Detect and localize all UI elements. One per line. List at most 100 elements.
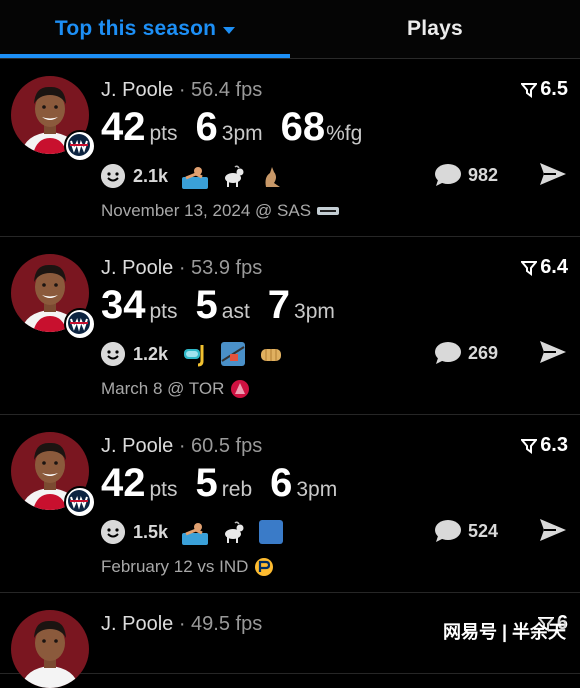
tab-top-this-season-label: Top this season <box>54 17 217 40</box>
player-line: J. Poole · 56.4 fps <box>101 79 262 102</box>
stat-value: 6 <box>270 461 293 505</box>
play-rating: 6.4 <box>521 256 568 279</box>
wizards-logo <box>64 130 96 162</box>
fist-emoji-icon[interactable] <box>258 341 284 367</box>
diving-mask-emoji-icon[interactable] <box>182 341 208 367</box>
stat-value: 5 <box>195 461 218 505</box>
caret-down-icon <box>223 27 236 34</box>
wizards-logo <box>64 308 96 340</box>
comment-count: 524 <box>467 520 498 541</box>
player-line: J. Poole · 60.5 fps <box>101 435 262 458</box>
play-rating: 6.3 <box>521 434 568 457</box>
goat-emoji-icon[interactable] <box>220 519 246 545</box>
tab-plays[interactable]: Plays <box>290 0 580 58</box>
play-rating: 6.5 <box>521 78 568 101</box>
share-icon[interactable] <box>538 517 568 543</box>
comment-icon[interactable] <box>434 341 462 365</box>
stat-unit: pts <box>149 300 178 323</box>
stat-unit: %fg <box>326 122 363 145</box>
goat-emoji-icon[interactable] <box>220 163 246 189</box>
stat-value: 5 <box>195 283 218 327</box>
rating-value: 6.3 <box>540 434 568 456</box>
reactions: 1.2k <box>101 341 296 367</box>
share-icon[interactable] <box>538 339 568 365</box>
tab-plays-label: Plays <box>407 17 463 40</box>
fps-score: 53.9 fps <box>191 257 263 279</box>
ski-lift-emoji-icon[interactable] <box>220 341 246 367</box>
stat-unit: pts <box>149 122 178 145</box>
smiley-reaction-icon[interactable] <box>101 164 125 188</box>
swimmer-emoji-icon[interactable] <box>182 519 209 545</box>
player-avatar[interactable] <box>11 610 89 688</box>
play-card[interactable]: J. Poole · 56.4 fps 6.5 42 pts 6 3pm 68 %fg… <box>0 59 580 237</box>
wizards-logo <box>64 486 96 518</box>
game-info[interactable]: March 8 @ TOR <box>101 379 250 399</box>
stat-value: 42 <box>101 461 146 505</box>
separator-dot: · <box>178 79 192 101</box>
fps-score: 60.5 fps <box>191 435 263 457</box>
comment-count: 982 <box>467 164 498 185</box>
tab-top-this-season[interactable]: Top this season <box>0 0 290 58</box>
game-date: February 12 vs IND <box>101 557 249 576</box>
stat-value: 6 <box>195 105 218 149</box>
smiley-reaction-icon[interactable] <box>101 342 125 366</box>
player-name[interactable]: J. Poole <box>101 435 173 457</box>
tab-bar: Top this season Plays <box>0 0 580 59</box>
smiley-reaction-icon[interactable] <box>101 520 125 544</box>
comment-icon[interactable] <box>434 519 462 543</box>
reactions: 1.5k <box>101 519 296 545</box>
stats-line: 42 pts 6 3pm 68 %fg <box>101 105 380 150</box>
play-card[interactable]: J. Poole · 53.9 fps 6.4 34 pts 5 ast 7 3pm … <box>0 237 580 415</box>
funnel-icon <box>521 260 538 276</box>
player-name[interactable]: J. Poole <box>101 79 173 101</box>
stat-value: 68 <box>280 105 326 149</box>
comments[interactable]: 269 <box>434 341 498 365</box>
fps-score: 56.4 fps <box>191 79 263 101</box>
stat-unit: 3pm <box>221 122 263 145</box>
stat-unit: pts <box>149 478 178 501</box>
game-date: November 13, 2024 @ SAS <box>101 201 312 220</box>
spurs-logo-icon <box>317 207 340 215</box>
comments[interactable]: 524 <box>434 519 498 543</box>
player-name[interactable]: J. Poole <box>101 613 173 635</box>
watermark: 网易号 | 半余天 <box>442 618 566 644</box>
comments[interactable]: 982 <box>434 163 498 187</box>
stat-unit: 3pm <box>294 300 335 323</box>
play-card[interactable]: J. Poole · 60.5 fps 6.3 42 pts 5 reb 6 3pm … <box>0 415 580 593</box>
reaction-count[interactable]: 1.2k <box>133 344 168 365</box>
share-icon[interactable] <box>538 161 568 187</box>
raptors-logo-icon <box>231 380 250 398</box>
game-info[interactable]: November 13, 2024 @ SAS <box>101 201 340 221</box>
stat-value: 34 <box>101 283 146 327</box>
stat-unit: reb <box>221 478 253 501</box>
reaction-count[interactable]: 2.1k <box>133 166 168 187</box>
separator-dot: · <box>178 435 192 457</box>
stat-value: 7 <box>267 283 291 327</box>
active-tab-indicator <box>0 54 290 58</box>
stat-unit: 3pm <box>296 478 338 501</box>
stat-unit: ast <box>221 300 250 323</box>
separator-dot: · <box>178 257 192 279</box>
stats-line: 42 pts 5 reb 6 3pm <box>101 461 355 506</box>
funnel-icon <box>521 438 538 454</box>
comment-icon[interactable] <box>434 163 462 187</box>
game-date: March 8 @ TOR <box>101 379 225 398</box>
fps-score: 49.5 fps <box>191 613 263 635</box>
player-line: J. Poole · 53.9 fps <box>101 257 262 280</box>
stats-line: 34 pts 5 ast 7 3pm <box>101 283 353 328</box>
kangaroo-emoji-icon[interactable] <box>258 163 284 189</box>
reaction-count[interactable]: 1.5k <box>133 522 168 543</box>
rating-value: 6.5 <box>540 78 568 100</box>
blue-square-emoji-icon[interactable] <box>258 519 284 545</box>
rating-value: 6.4 <box>540 256 568 278</box>
stat-value: 42 <box>101 105 146 149</box>
funnel-icon <box>521 82 538 98</box>
separator-dot: · <box>178 613 192 635</box>
swimmer-emoji-icon[interactable] <box>182 163 209 189</box>
game-info[interactable]: February 12 vs IND <box>101 557 274 577</box>
player-name[interactable]: J. Poole <box>101 257 173 279</box>
player-line: J. Poole · 49.5 fps <box>101 613 262 636</box>
comment-count: 269 <box>467 342 498 363</box>
reactions: 2.1k <box>101 163 296 189</box>
pacers-logo-icon <box>255 558 274 576</box>
